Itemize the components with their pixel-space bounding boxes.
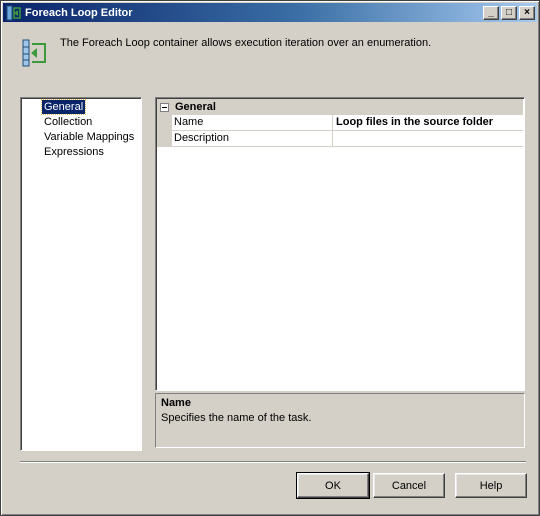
- property-grid: General Name Loop files in the source fo…: [155, 97, 525, 391]
- category-row-general[interactable]: General: [157, 99, 523, 115]
- nav-item-variable-mappings[interactable]: Variable Mappings: [42, 130, 136, 144]
- collapse-icon[interactable]: [160, 102, 169, 112]
- help-title: Name: [161, 397, 191, 409]
- separator: [20, 461, 526, 463]
- close-button[interactable]: ×: [519, 5, 535, 20]
- property-help-panel: Name Specifies the name of the task.: [155, 393, 525, 448]
- nav-item-general[interactable]: General: [40, 99, 87, 115]
- window-title: Foreach Loop Editor: [25, 6, 133, 19]
- help-button[interactable]: Help: [455, 473, 527, 498]
- foreach-loop-icon: [6, 5, 21, 20]
- nav-item-expressions[interactable]: Expressions: [42, 145, 106, 159]
- foreach-loop-editor-window: Foreach Loop Editor _ □ × The Foreach Lo…: [0, 0, 540, 516]
- category-label: General: [175, 101, 216, 113]
- description-value-field[interactable]: [333, 131, 523, 146]
- title-bar[interactable]: Foreach Loop Editor _ □ ×: [3, 3, 537, 22]
- help-text: Specifies the name of the task.: [161, 412, 312, 424]
- nav-item-collection[interactable]: Collection: [42, 115, 94, 129]
- ok-button[interactable]: OK: [296, 472, 370, 499]
- maximize-button[interactable]: □: [501, 5, 517, 20]
- name-value-field[interactable]: Loop files in the source folder: [333, 115, 523, 130]
- property-description-label: Description: [172, 131, 333, 146]
- row-gutter: [157, 115, 172, 130]
- property-row-description[interactable]: Description: [157, 131, 523, 147]
- row-gutter: [157, 131, 172, 146]
- page-navigation-list: General Collection Variable Mappings Exp…: [20, 97, 142, 451]
- property-row-name[interactable]: Name Loop files in the source folder: [157, 115, 523, 131]
- cancel-button[interactable]: Cancel: [373, 473, 445, 498]
- header-description: The Foreach Loop container allows execut…: [60, 37, 432, 49]
- foreach-container-icon: [22, 39, 46, 67]
- property-name-label: Name: [172, 115, 333, 130]
- header-area: The Foreach Loop container allows execut…: [3, 22, 537, 82]
- minimize-button[interactable]: _: [483, 5, 499, 20]
